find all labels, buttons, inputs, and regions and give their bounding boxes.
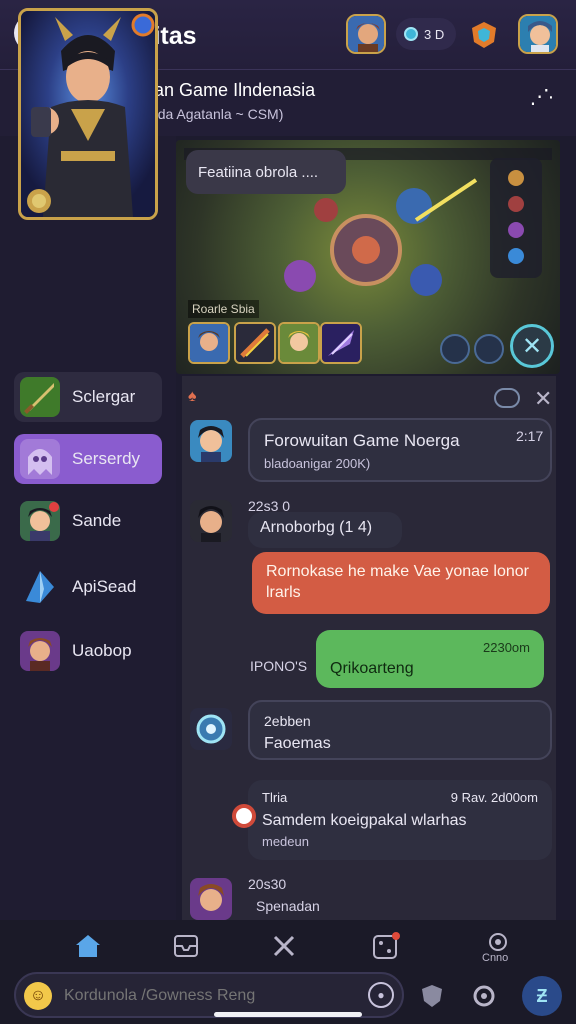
close-chat-icon[interactable]: ✕	[534, 386, 552, 412]
message-text: Samdem koeigpakal wlarhas	[262, 811, 467, 829]
message-text: Qrikoarteng	[330, 659, 414, 677]
home-indicator	[214, 1012, 362, 1017]
dice-icon[interactable]	[370, 930, 402, 962]
avatar[interactable]	[190, 420, 232, 462]
message-time: 20s30	[248, 876, 287, 892]
message-subtext: bladoanigar 200K)	[264, 456, 371, 472]
shield-icon[interactable]	[412, 976, 452, 1016]
chat-emblem-icon: ♠	[188, 388, 197, 405]
sidebar-item-2[interactable]: Sande	[14, 496, 162, 546]
sidebar-item-label: Uaobop	[72, 641, 132, 660]
emoji-icon[interactable]: ☺	[24, 982, 52, 1010]
message-sender: IPONO'S	[250, 658, 308, 674]
settings-icon[interactable]	[464, 976, 504, 1016]
message-text: Rornokase he make Vae yonae lonor lrarls	[266, 563, 529, 601]
message-time: 2ebben	[264, 713, 311, 729]
ability-ring-1-icon[interactable]	[440, 334, 470, 364]
game-label: Roarle Sbia	[188, 300, 259, 318]
message-bubble: Forowuitan Game Noerga bladoanigar 200K)	[248, 418, 552, 482]
rank-badge-icon[interactable]	[470, 20, 498, 50]
skill-slot-2-icon[interactable]	[234, 322, 276, 364]
message-text: Spenadan	[256, 898, 320, 914]
hero-icon	[20, 501, 60, 541]
more-options-icon[interactable]: ⋰·	[526, 84, 556, 108]
message-input[interactable]	[64, 984, 364, 1008]
close-game-icon[interactable]: ✕	[510, 324, 554, 368]
sidebar-item-0[interactable]: Sclergar	[14, 372, 162, 422]
send-button[interactable]: Ƶ	[522, 976, 562, 1016]
sidebar-item-4[interactable]: Uaobop	[14, 626, 162, 676]
message-time: 2:17	[516, 428, 544, 444]
sidebar-item-3[interactable]: ApiSead	[14, 562, 162, 612]
message-subtext: medeun	[262, 833, 309, 849]
target-icon	[232, 804, 256, 828]
chat-toggle-icon[interactable]	[494, 388, 520, 408]
home-icon[interactable]	[72, 930, 104, 962]
skill-slot-4-icon[interactable]	[320, 322, 362, 364]
message-bubble-outgoing: Rornokase he make Vae yonae lonor lrarls	[252, 552, 550, 614]
message-bubble: Arnoborbg (1 4)	[248, 512, 402, 548]
coin-count: 3 D	[424, 26, 445, 42]
message-text: Arnoborbg (1 4)	[260, 519, 373, 536]
nav-label-profile: Cnno	[482, 952, 509, 964]
warrior-icon	[20, 631, 60, 671]
skill-slot-1-icon[interactable]	[188, 322, 230, 364]
message-head: Tlria	[262, 790, 288, 805]
battle-icon[interactable]	[268, 930, 300, 962]
avatar[interactable]	[190, 500, 232, 542]
profile-avatar[interactable]	[518, 14, 558, 54]
sidebar-item-1[interactable]: Serserdy	[14, 434, 162, 484]
message-bubble-green: 2230om Qrikoarteng	[316, 630, 544, 688]
sword-icon	[20, 377, 60, 417]
coin-counter[interactable]: 3 D	[396, 18, 456, 50]
mic-icon[interactable]: ●	[368, 982, 394, 1008]
crystal-icon	[20, 567, 60, 607]
game-chat-bubble: Featiina obrola ....	[186, 150, 346, 194]
friend-avatar[interactable]	[346, 14, 386, 54]
message-bubble: Tlria 9 Rav. 2d00om Samdem koeigpakal wl…	[248, 780, 552, 860]
sidebar-item-label: ApiSead	[72, 577, 137, 596]
sidebar-item-label: Serserdy	[72, 449, 141, 468]
avatar[interactable]	[190, 878, 232, 920]
skill-slot-3-icon[interactable]	[278, 322, 320, 364]
sidebar-item-label: Sclergar	[72, 387, 136, 406]
message-time: 9 Rav. 2d00om	[450, 790, 538, 805]
coin-icon	[404, 27, 418, 41]
inbox-icon[interactable]	[170, 930, 202, 962]
message-bubble: 2ebben Faoemas	[248, 700, 552, 760]
message-time: 2230om	[483, 640, 530, 655]
ghost-icon	[20, 439, 60, 479]
hero-card[interactable]	[18, 8, 158, 220]
message-text: Faoemas	[264, 735, 331, 753]
message-title: Forowuitan Game Noerga	[264, 431, 460, 450]
ability-ring-2-icon[interactable]	[474, 334, 504, 364]
sidebar-item-label: Sande	[72, 511, 122, 530]
avatar[interactable]	[190, 708, 232, 750]
